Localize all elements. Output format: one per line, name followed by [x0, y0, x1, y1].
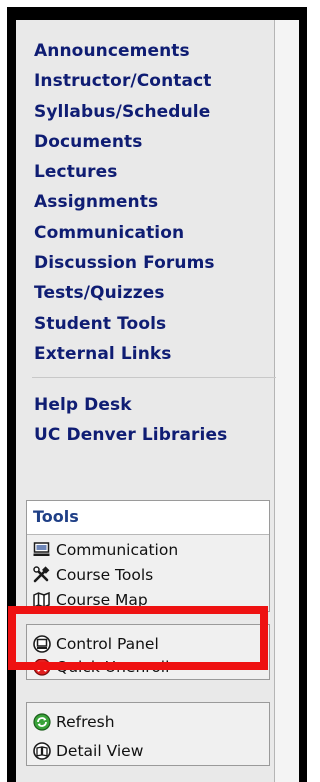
- nav-link-uc-denver-libraries[interactable]: UC Denver Libraries: [34, 420, 274, 450]
- tools-box: Tools Communication Course Tools Course …: [26, 500, 270, 612]
- course-nav: Announcements Instructor/Contact Syllabu…: [34, 36, 274, 369]
- refresh-icon: [32, 712, 51, 731]
- nav-link-student-tools[interactable]: Student Tools: [34, 309, 274, 339]
- nav-divider: [32, 377, 276, 378]
- computer-icon: [32, 540, 51, 559]
- tool-item-communication[interactable]: Communication: [27, 537, 269, 562]
- nav-link-tests-quizzes[interactable]: Tests/Quizzes: [34, 278, 274, 308]
- course-map-clip: Course Map: [27, 587, 269, 612]
- tool-item-course-tools[interactable]: Course Tools: [27, 562, 269, 587]
- help-nav: Help Desk UC Denver Libraries: [34, 390, 274, 451]
- admin-tools-box: Control Panel Quick Unenroll: [26, 624, 270, 680]
- admin-tools-list: Control Panel Quick Unenroll: [27, 625, 269, 679]
- detail-view-icon: [32, 741, 51, 760]
- view-tools-box: Refresh Detail View: [26, 702, 270, 766]
- nav-link-syllabus-schedule[interactable]: Syllabus/Schedule: [34, 97, 274, 127]
- tool-item-label: Quick Unenroll: [56, 659, 170, 676]
- tools-header: Tools: [27, 501, 269, 535]
- nav-link-assignments[interactable]: Assignments: [34, 187, 274, 217]
- tool-item-label: Detail View: [56, 741, 144, 760]
- nav-link-lectures[interactable]: Lectures: [34, 157, 274, 187]
- unenroll-icon: [32, 659, 51, 677]
- nav-link-external-links[interactable]: External Links: [34, 339, 274, 369]
- tool-item-course-map[interactable]: Course Map: [27, 587, 269, 612]
- nav-link-communication[interactable]: Communication: [34, 218, 274, 248]
- nav-link-documents[interactable]: Documents: [34, 127, 274, 157]
- tool-item-label: Refresh: [56, 712, 115, 731]
- view-tools-list: Refresh Detail View: [27, 703, 269, 765]
- tools-list: Communication Course Tools Course Map: [27, 535, 269, 612]
- control-panel-icon: [32, 635, 51, 654]
- tool-item-refresh[interactable]: Refresh: [27, 707, 269, 736]
- nav-link-discussion-forums[interactable]: Discussion Forums: [34, 248, 274, 278]
- nav-link-instructor-contact[interactable]: Instructor/Contact: [34, 66, 274, 96]
- tools-icon: [32, 565, 51, 584]
- tool-item-control-panel[interactable]: Control Panel: [27, 629, 269, 659]
- nav-link-announcements[interactable]: Announcements: [34, 36, 274, 66]
- tool-item-label: Control Panel: [56, 635, 159, 653]
- tool-item-label: Course Map: [56, 590, 148, 609]
- tool-item-label: Course Tools: [56, 565, 154, 584]
- tool-item-label: Communication: [56, 540, 179, 559]
- nav-link-help-desk[interactable]: Help Desk: [34, 390, 274, 420]
- map-icon: [32, 590, 51, 609]
- tool-item-detail-view[interactable]: Detail View: [27, 736, 269, 765]
- scroll-edge: [275, 20, 299, 782]
- tool-item-quick-unenroll[interactable]: Quick Unenroll: [27, 659, 269, 679]
- quick-unenroll-clip: Quick Unenroll: [27, 659, 269, 679]
